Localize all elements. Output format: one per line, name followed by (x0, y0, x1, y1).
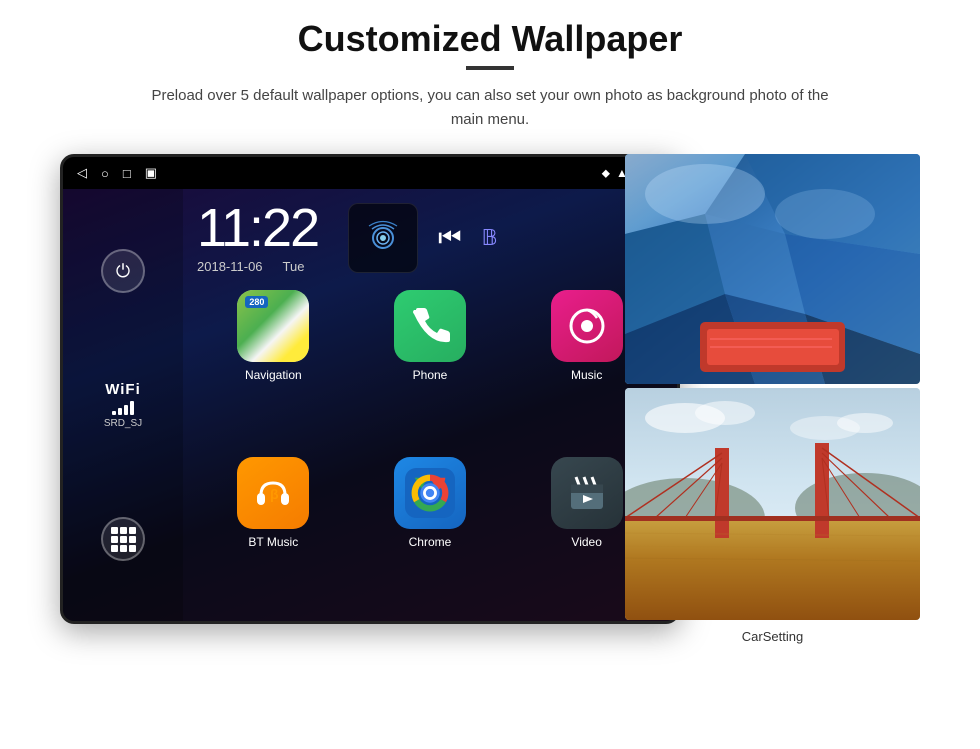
wifi-widget: WiFi SRD_SJ (104, 381, 142, 429)
grid-icon (111, 527, 136, 552)
wifi-bars (112, 401, 134, 415)
navigation-label: Navigation (245, 368, 302, 382)
grid-dot (129, 545, 136, 552)
page-container: Customized Wallpaper Preload over 5 defa… (0, 0, 980, 749)
grid-dot (111, 536, 118, 543)
wifi-ssid: SRD_SJ (104, 418, 142, 429)
ice-wallpaper-svg (625, 154, 920, 384)
video-icon-svg (565, 471, 609, 515)
navigation-app-icon: 280 280 (237, 290, 309, 362)
video-app-icon (551, 457, 623, 529)
status-bar-left: ◁ ○ □ ▣ (77, 165, 157, 181)
screenshot-nav-icon: ▣ (145, 165, 157, 181)
music-app-icon (551, 290, 623, 362)
clock-day-value: Tue (283, 259, 305, 274)
back-nav-icon: ◁ (77, 165, 87, 181)
location-icon: ⬥ (602, 166, 610, 181)
media-icons: ⏮ 𝔹 (348, 203, 498, 273)
power-button[interactable]: ⏻ (101, 249, 145, 293)
bridge-wallpaper-svg (625, 388, 920, 620)
apps-grid-button[interactable] (101, 517, 145, 561)
svg-text:β: β (270, 486, 279, 502)
bluetooth-icon[interactable]: 𝔹 (482, 225, 498, 251)
app-item-navigation[interactable]: 280 280 Navigation (201, 290, 346, 445)
chrome-label: Chrome (409, 535, 452, 549)
bt-music-app-icon: β (237, 457, 309, 529)
music-icon-svg (565, 304, 609, 348)
grid-dot (120, 545, 127, 552)
grid-dot (129, 527, 136, 534)
wifi-bar-3 (124, 405, 128, 415)
svg-text:280: 280 (259, 307, 273, 316)
video-label: Video (571, 535, 601, 549)
phone-label: Phone (413, 368, 448, 382)
page-title: Customized Wallpaper (298, 18, 683, 60)
content-area: ◁ ○ □ ▣ ⬥ ▲ 11:22 ⏻ WiFi (60, 154, 920, 624)
clock-date-value: 2018-11-06 (197, 259, 263, 274)
phone-app-icon (394, 290, 466, 362)
carsetting-label-area: CarSetting (625, 628, 920, 646)
prev-track-icon[interactable]: ⏮ (438, 222, 461, 254)
grid-dot (111, 527, 118, 534)
chrome-app-icon (394, 457, 466, 529)
wallpaper-previews (625, 154, 920, 624)
chrome-icon-svg (405, 468, 455, 518)
page-subtitle: Preload over 5 default wallpaper options… (140, 84, 840, 132)
bt-music-icon-svg: β (251, 471, 295, 515)
recents-nav-icon: □ (123, 166, 131, 181)
nav-badge: 280 (245, 296, 268, 308)
wallpaper-preview-bridge[interactable] (625, 388, 920, 620)
radio-signal-icon (364, 219, 402, 257)
wifi-bar-2 (118, 408, 122, 415)
wifi-bar-4 (130, 401, 134, 415)
grid-dot (120, 527, 127, 534)
music-label: Music (571, 368, 602, 382)
main-screen-area: 11:22 2018-11-06 Tue (183, 189, 677, 621)
radio-icon-box[interactable] (348, 203, 418, 273)
status-bar: ◁ ○ □ ▣ ⬥ ▲ 11:22 (63, 157, 677, 189)
grid-dot (111, 545, 118, 552)
device-mockup: ◁ ○ □ ▣ ⬥ ▲ 11:22 ⏻ WiFi (60, 154, 680, 624)
phone-icon-svg (408, 304, 452, 348)
app-grid: 280 280 Navigation (183, 280, 677, 621)
grid-dot (120, 536, 127, 543)
app-item-phone[interactable]: Phone (358, 290, 503, 445)
home-nav-icon: ○ (101, 166, 109, 181)
grid-dot (129, 536, 136, 543)
bt-music-label: BT Music (248, 535, 298, 549)
wifi-bar-1 (112, 411, 116, 415)
wallpaper-preview-ice[interactable] (625, 154, 920, 384)
clock-date: 2018-11-06 Tue (197, 259, 318, 274)
left-sidebar: ⏻ WiFi SRD_SJ (63, 189, 183, 621)
title-divider (466, 66, 514, 70)
wifi-label: WiFi (105, 381, 141, 398)
app-item-chrome[interactable]: Chrome (358, 457, 503, 612)
clock-time: 11:22 (197, 201, 318, 255)
clock-info: 11:22 2018-11-06 Tue (197, 201, 318, 274)
clock-section: 11:22 2018-11-06 Tue (183, 189, 677, 280)
app-item-bt-music[interactable]: β BT Music (201, 457, 346, 612)
screen-content: ⏻ WiFi SRD_SJ (63, 189, 677, 621)
carsetting-label: CarSetting (742, 629, 803, 644)
